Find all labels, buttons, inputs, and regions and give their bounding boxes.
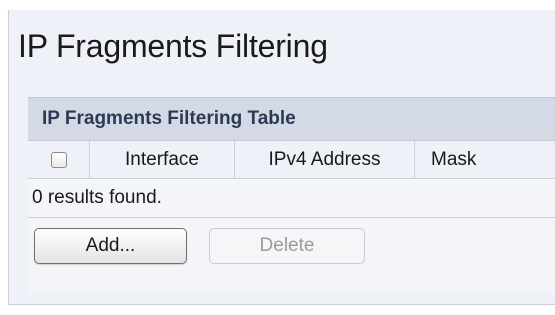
column-header-interface[interactable]: Interface [90, 141, 235, 178]
select-all-cell [28, 141, 90, 178]
table-actions: Add... Delete [28, 218, 555, 276]
add-button[interactable]: Add... [34, 228, 187, 264]
ip-fragments-filtering-table: IP Fragments Filtering Table Interface I… [28, 97, 555, 292]
page-title: IP Fragments Filtering [18, 28, 328, 64]
column-header-mask[interactable]: Mask [415, 141, 555, 178]
table-column-header-row: Interface IPv4 Address Mask [28, 141, 555, 179]
delete-button[interactable]: Delete [209, 228, 365, 264]
table-title: IP Fragments Filtering Table [28, 97, 555, 141]
select-all-checkbox[interactable] [50, 151, 67, 168]
column-header-ipv4-address[interactable]: IPv4 Address [235, 141, 415, 178]
results-count: 0 results found. [28, 179, 555, 218]
